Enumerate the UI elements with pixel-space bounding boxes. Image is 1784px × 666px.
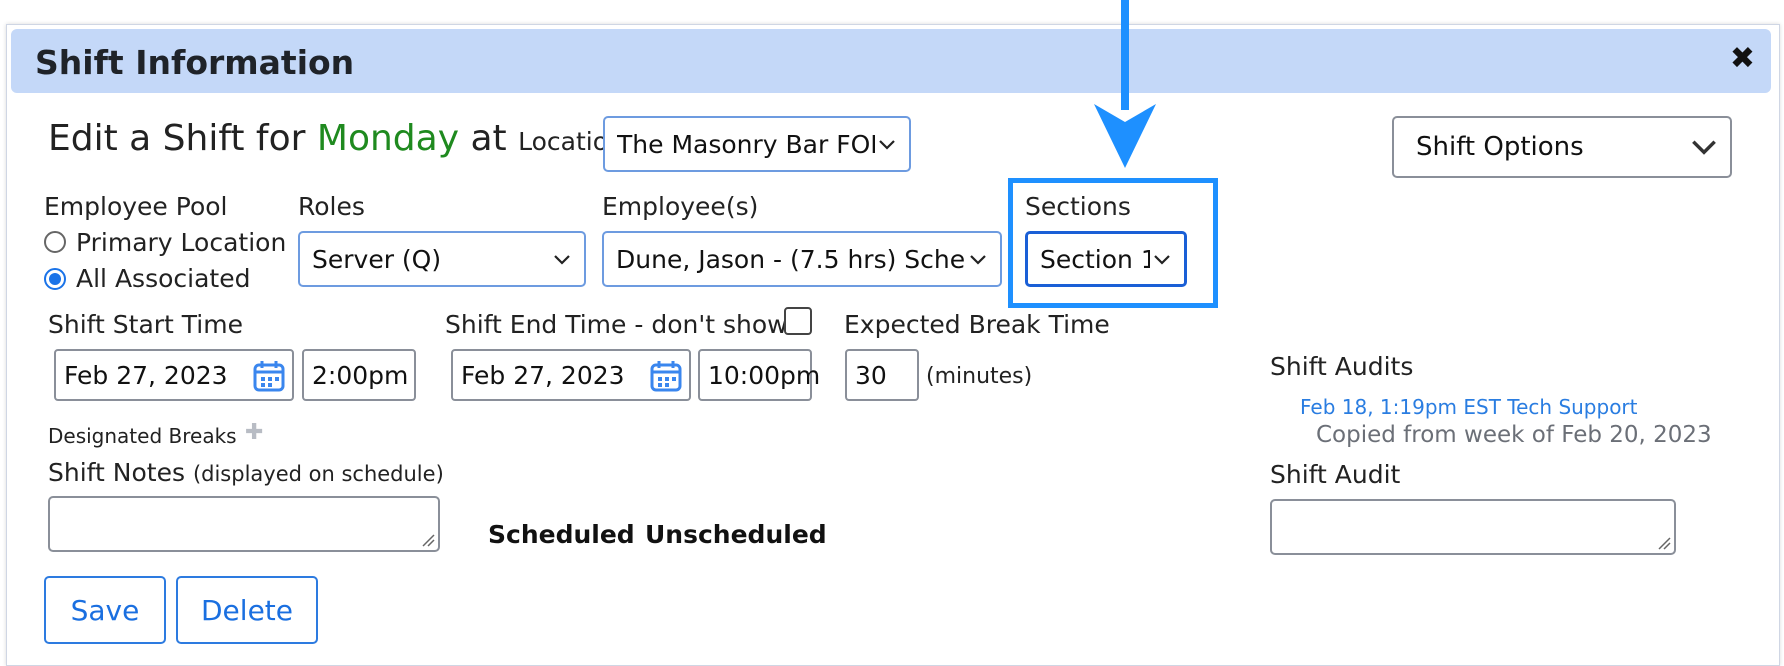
save-button[interactable]: Save (44, 576, 166, 644)
radio-all-associated[interactable] (44, 268, 66, 290)
chevron-down-icon (554, 255, 570, 265)
location-select-value: The Masonry Bar FOH (617, 129, 875, 159)
shift-start-time-value: 2:00pm (312, 360, 409, 390)
shift-audit-textarea[interactable] (1270, 499, 1676, 555)
annotation-arrow-icon (1094, 0, 1156, 168)
shift-notes-textarea[interactable] (48, 496, 440, 552)
sections-label: Sections (1025, 192, 1131, 221)
shift-end-date-input[interactable]: Feb 27, 2023 (451, 349, 691, 401)
resize-grip-icon[interactable] (1657, 536, 1671, 550)
shift-options-select[interactable]: Shift Options (1392, 116, 1732, 178)
delete-button[interactable]: Delete (176, 576, 318, 644)
break-value: 30 (855, 360, 887, 390)
break-unit: (minutes) (926, 364, 1033, 389)
employees-select[interactable]: Dune, Jason - (7.5 hrs) Scheduled (602, 231, 1002, 287)
heading-prefix: Edit a Shift for (48, 118, 306, 159)
shift-options-value: Shift Options (1416, 132, 1584, 162)
location-select[interactable]: The Masonry Bar FOH (603, 116, 911, 172)
sections-select-value: Section 1 (1040, 244, 1150, 274)
shift-audit-label: Shift Audit (1270, 460, 1401, 489)
tab-unscheduled[interactable]: Unscheduled (645, 520, 827, 549)
shift-end-date-value: Feb 27, 2023 (461, 360, 625, 390)
resize-grip-icon[interactable] (421, 533, 435, 547)
roles-select[interactable]: Server (Q) (298, 231, 586, 287)
break-label: Expected Break Time (844, 310, 1110, 339)
calendar-icon[interactable] (649, 359, 683, 393)
chevron-down-icon (970, 255, 986, 265)
shift-audits-label: Shift Audits (1270, 352, 1414, 381)
employees-select-value: Dune, Jason - (7.5 hrs) Scheduled (616, 244, 966, 274)
chevron-down-icon (1692, 140, 1716, 155)
chevron-down-icon (1154, 255, 1170, 265)
shift-notes-label-wrap: Shift Notes (displayed on schedule) (48, 458, 444, 487)
sections-select[interactable]: Section 1 (1025, 231, 1187, 287)
tab-scheduled[interactable]: Scheduled (488, 520, 635, 549)
shift-notes-label: Shift Notes (48, 458, 185, 487)
employees-label: Employee(s) (602, 192, 759, 221)
radio-all-associated-label: All Associated (76, 264, 251, 293)
designated-breaks-label: Designated Breaks (48, 424, 237, 448)
add-break-icon[interactable]: ✚ (245, 420, 263, 445)
shift-start-label: Shift Start Time (48, 310, 243, 339)
dialog-title: Shift Information (35, 43, 355, 82)
shift-notes-sublabel: (displayed on schedule) (192, 462, 444, 486)
break-input[interactable]: 30 (845, 349, 919, 401)
employee-pool-label: Employee Pool (44, 192, 228, 221)
roles-select-value: Server (Q) (312, 244, 442, 274)
heading-day: Monday (316, 118, 460, 159)
shift-start-date-value: Feb 27, 2023 (64, 360, 228, 390)
heading-at: at (470, 118, 507, 159)
shift-end-label: Shift End Time - don't show (445, 310, 788, 339)
radio-primary-location-label: Primary Location (76, 228, 287, 257)
shift-start-time-input[interactable]: 2:00pm (302, 349, 416, 401)
shift-start-date-input[interactable]: Feb 27, 2023 (54, 349, 294, 401)
audit-entry-note: Copied from week of Feb 20, 2023 (1316, 422, 1712, 448)
audit-entry-link[interactable]: Feb 18, 1:19pm EST Tech Support (1300, 395, 1638, 419)
close-icon[interactable]: ✖ (1730, 41, 1755, 76)
dont-show-checkbox[interactable] (784, 307, 812, 335)
radio-primary-location[interactable] (44, 231, 66, 253)
shift-end-time-value: 10:00pm (708, 360, 821, 390)
dialog-title-bar: Shift Information ✖ (11, 29, 1771, 93)
page-heading: Edit a Shift for Monday at Location (48, 118, 624, 159)
shift-end-time-input[interactable]: 10:00pm (698, 349, 820, 401)
roles-label: Roles (298, 192, 365, 221)
chevron-down-icon (879, 140, 895, 150)
calendar-icon[interactable] (252, 359, 286, 393)
